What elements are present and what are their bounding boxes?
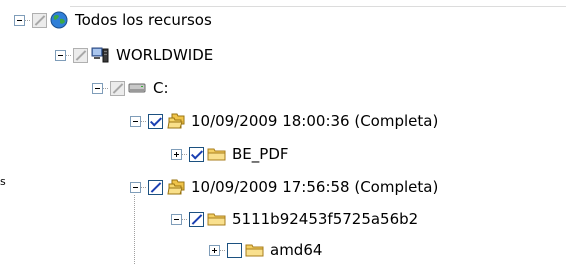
- collapse-toggle[interactable]: [55, 49, 66, 61]
- checkbox-be-pdf[interactable]: [189, 146, 204, 162]
- tree-node-label: amd64: [270, 241, 323, 259]
- collapse-toggle[interactable]: [130, 181, 141, 193]
- tree-node-label: 5111b92453f5725a56b2: [232, 210, 419, 228]
- tree-node-drive-c[interactable]: C:: [92, 76, 169, 100]
- tree-node-label: C:: [153, 79, 169, 97]
- tree-node-server[interactable]: WORLDWIDE: [55, 43, 213, 67]
- tree-node-backup-1[interactable]: 10/09/2009 18:00:36 (Completa): [130, 109, 438, 133]
- tree-node-label: WORLDWIDE: [116, 46, 214, 64]
- checkbox-all-resources[interactable]: [32, 12, 47, 28]
- tree-node-label: 10/09/2009 18:00:36 (Completa): [191, 112, 439, 130]
- tree-node-label: 10/09/2009 17:56:58 (Completa): [191, 178, 439, 196]
- tree-node-folder-hash[interactable]: 5111b92453f5725a56b2: [171, 207, 418, 231]
- collapse-toggle[interactable]: [92, 82, 103, 94]
- checkbox-amd64[interactable]: [227, 242, 242, 258]
- checkbox-drive-c[interactable]: [110, 80, 125, 96]
- tree-node-backup-2[interactable]: 10/09/2009 17:56:58 (Completa): [130, 175, 438, 199]
- backup-set-icon: [166, 112, 186, 130]
- collapse-toggle[interactable]: [130, 115, 141, 127]
- expand-toggle[interactable]: [171, 148, 182, 160]
- checkbox-backup-1[interactable]: [148, 113, 163, 129]
- tree-connector: [66, 54, 71, 56]
- expand-toggle[interactable]: [209, 244, 220, 256]
- tree-connector: [141, 120, 146, 122]
- tree-connector: [25, 19, 30, 21]
- tree-connector: [141, 186, 146, 188]
- folder-icon: [245, 241, 265, 259]
- globe-icon: [50, 11, 70, 29]
- server-icon: [91, 46, 111, 64]
- tree-connector: [182, 218, 187, 220]
- drive-icon: [128, 79, 148, 97]
- folder-icon: [207, 145, 227, 163]
- checkbox-server[interactable]: [73, 47, 88, 63]
- folder-icon: [207, 210, 227, 228]
- tree-node-be-pdf[interactable]: BE_PDF: [171, 142, 289, 166]
- tree-node-all-resources[interactable]: Todos los recursos: [14, 8, 212, 32]
- collapse-toggle[interactable]: [14, 14, 25, 26]
- tree-node-label: Todos los recursos: [75, 11, 212, 29]
- tree-node-amd64[interactable]: amd64: [209, 238, 322, 262]
- tree-node-label: BE_PDF: [232, 145, 289, 163]
- tree-connector: [182, 153, 187, 155]
- tree-connector: [103, 87, 108, 89]
- tree-connector: [220, 249, 225, 251]
- collapse-toggle[interactable]: [171, 213, 182, 225]
- backup-set-icon: [166, 178, 186, 196]
- checkbox-folder-hash[interactable]: [189, 211, 204, 227]
- checkbox-backup-2[interactable]: [148, 179, 163, 195]
- resource-tree: Todos los recursos WORLDWIDE C: 10/09/20…: [0, 0, 566, 264]
